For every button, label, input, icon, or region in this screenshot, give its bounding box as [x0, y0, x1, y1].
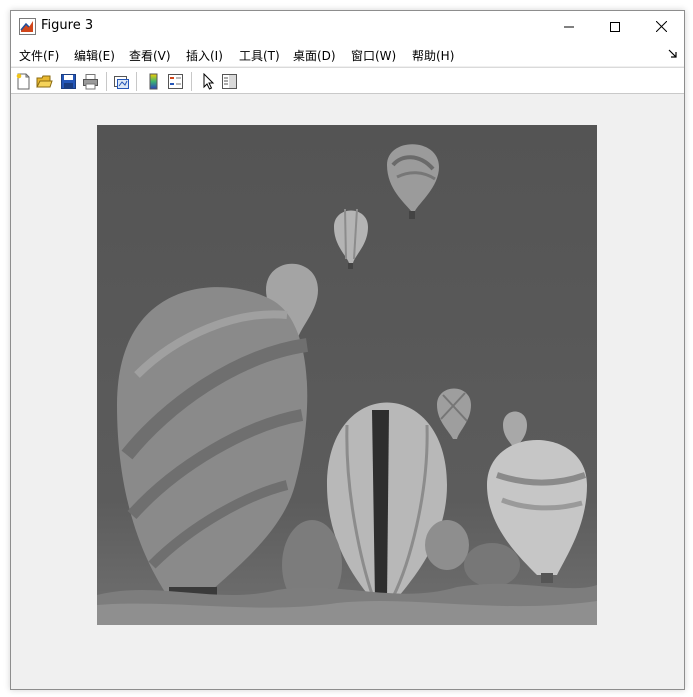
- print-icon[interactable]: [82, 73, 99, 90]
- menu-window[interactable]: 窗口(W): [351, 47, 396, 64]
- close-button[interactable]: [638, 11, 684, 42]
- select-pointer-icon[interactable]: [200, 73, 217, 90]
- save-icon[interactable]: [60, 73, 77, 90]
- close-icon: [655, 21, 667, 32]
- property-editor-icon[interactable]: [221, 73, 238, 90]
- maximize-icon: [610, 21, 620, 32]
- figure-toolbar: [11, 67, 684, 94]
- balloon-background: [464, 543, 520, 587]
- colorbar-icon[interactable]: [145, 73, 162, 90]
- maximize-button[interactable]: [592, 11, 638, 42]
- menu-insert[interactable]: 插入(I): [186, 47, 223, 64]
- minimize-icon: [564, 26, 574, 27]
- figure-axes-image[interactable]: [97, 125, 597, 625]
- menu-file[interactable]: 文件(F): [19, 47, 59, 64]
- menu-help[interactable]: 帮助(H): [412, 47, 454, 64]
- window-title: Figure 3: [41, 18, 94, 33]
- toolbar-separator: [136, 72, 137, 91]
- menu-desktop[interactable]: 桌面(D): [293, 47, 336, 64]
- matlab-app-icon: [19, 18, 36, 35]
- open-file-icon[interactable]: [36, 73, 53, 90]
- toolbar-separator: [191, 72, 192, 91]
- figure-window: Figure 3 文件(F) 编辑(E) 查看(V) 插入(I) 工具(T) 桌…: [10, 10, 685, 690]
- balloon-image: [97, 125, 597, 625]
- dock-arrow-icon[interactable]: [668, 49, 678, 59]
- balloon-background: [425, 520, 469, 570]
- menu-bar: 文件(F) 编辑(E) 查看(V) 插入(I) 工具(T) 桌面(D) 窗口(W…: [11, 42, 684, 66]
- title-bar[interactable]: Figure 3: [11, 11, 684, 42]
- minimize-button[interactable]: [546, 11, 592, 42]
- toolbar-separator: [106, 72, 107, 91]
- legend-icon[interactable]: [167, 73, 184, 90]
- new-figure-icon[interactable]: [15, 73, 32, 90]
- link-plot-icon[interactable]: [113, 73, 130, 90]
- menu-edit[interactable]: 编辑(E): [74, 47, 115, 64]
- menu-tools[interactable]: 工具(T): [239, 47, 280, 64]
- menu-view[interactable]: 查看(V): [129, 47, 171, 64]
